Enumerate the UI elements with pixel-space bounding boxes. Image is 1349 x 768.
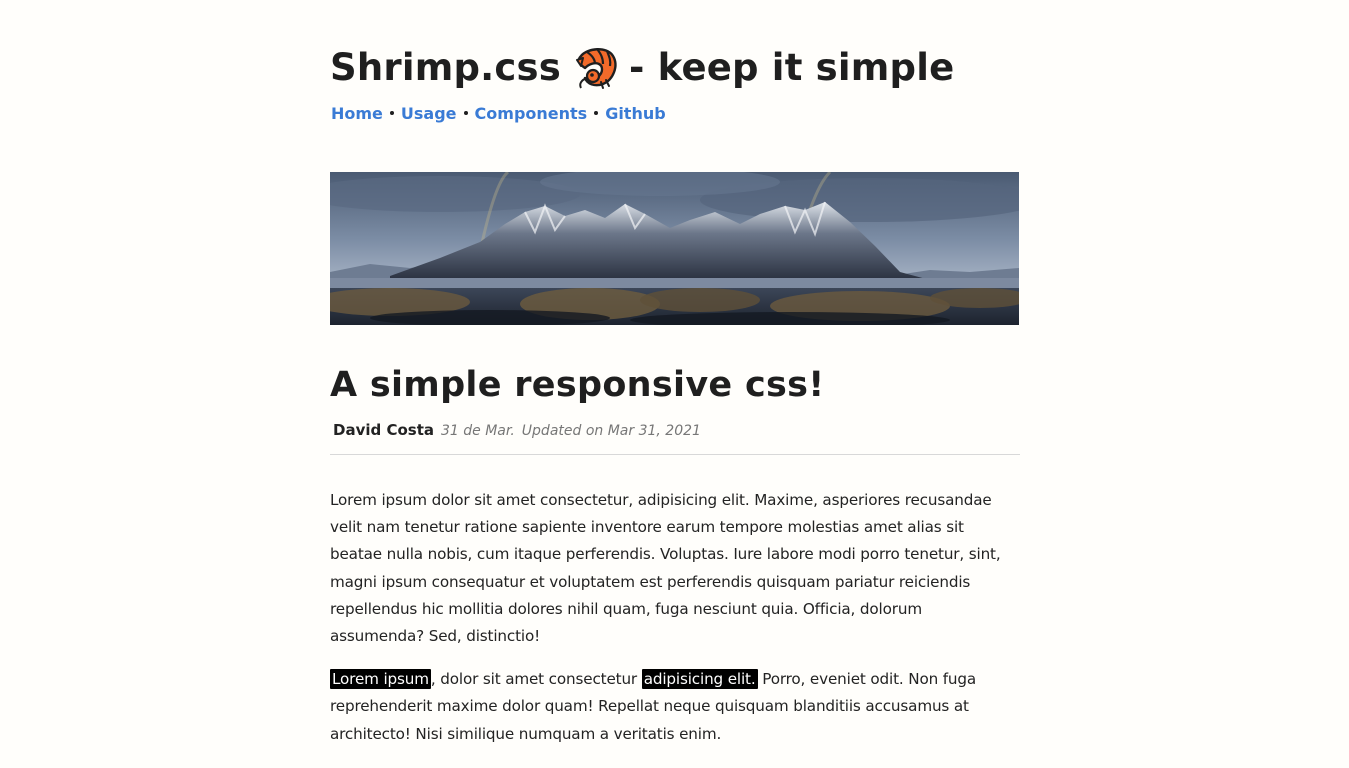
article-paragraph-2: Lorem ipsum, dolor sit amet consectetur …	[330, 666, 1018, 748]
highlight-mark: adipisicing elit.	[641, 669, 758, 690]
meta-divider	[330, 454, 1020, 455]
shrimp-icon	[576, 48, 617, 89]
highlight-mark: Lorem ipsum	[330, 669, 431, 690]
article-date: 31 de Mar.	[441, 423, 515, 439]
site-title-suffix: - keep it simple	[629, 46, 955, 89]
article-updated-date: Updated on Mar 31, 2021	[521, 423, 701, 439]
main-nav: Home Usage Components Github	[330, 100, 1020, 126]
paragraph-text: , dolor sit amet consectetur	[430, 670, 642, 689]
page-container: Shrimp.css - keep it simple Home Usage C…	[330, 0, 1020, 748]
article-title: A simple responsive css!	[330, 365, 825, 405]
site-title: Shrimp.css - keep it simple	[330, 0, 1020, 92]
nav-separator-dot	[463, 111, 468, 115]
nav-separator-dot	[389, 111, 394, 115]
nav-link-home[interactable]: Home	[331, 104, 383, 123]
article-paragraph-1: Lorem ipsum dolor sit amet consectetur, …	[330, 491, 1001, 646]
nav-separator-dot	[594, 111, 599, 115]
nav-link-usage[interactable]: Usage	[401, 104, 457, 123]
hero-image	[330, 172, 1019, 325]
nav-link-github[interactable]: Github	[605, 104, 666, 123]
site-title-prefix: Shrimp.css	[330, 46, 561, 89]
nav-link-components[interactable]: Components	[475, 104, 588, 123]
article-author: David Costa	[333, 421, 434, 439]
article-meta: David Costa 31 de Mar. Updated on Mar 31…	[330, 421, 1020, 443]
